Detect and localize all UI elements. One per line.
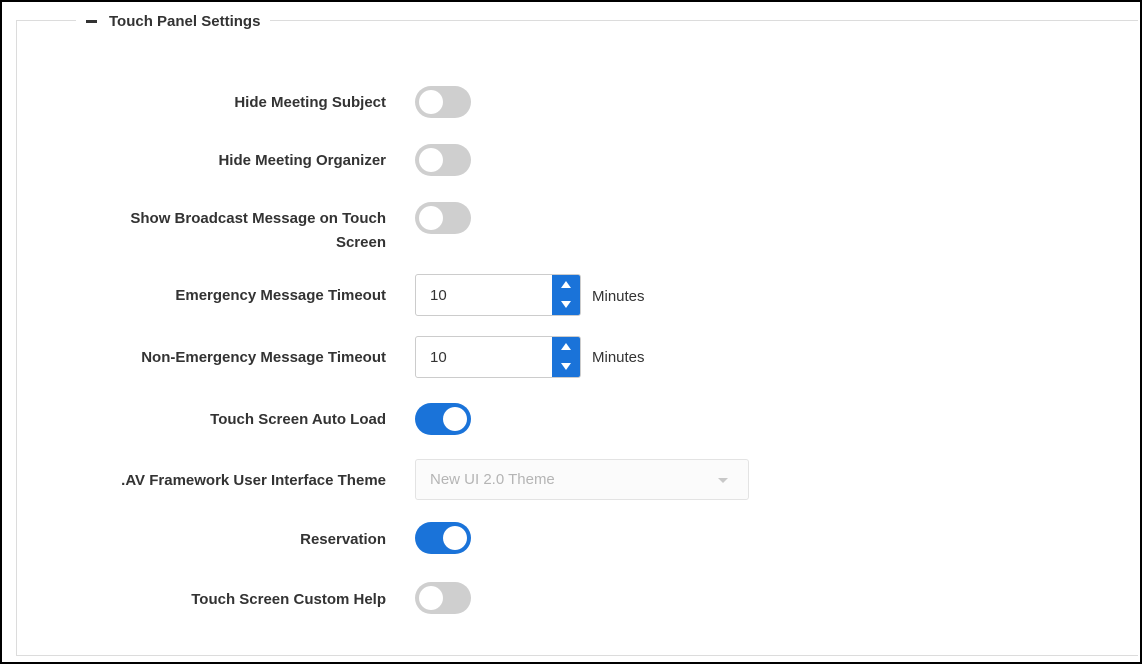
emergency-timeout-spin-buttons — [552, 275, 580, 315]
hide-meeting-subject-toggle[interactable] — [415, 86, 471, 118]
touch-screen-custom-help-label: Touch Screen Custom Help — [191, 591, 386, 608]
touch-screen-auto-load-toggle[interactable] — [415, 403, 471, 435]
hide-meeting-organizer-toggle[interactable] — [415, 144, 471, 176]
emergency-timeout-stepper — [415, 274, 581, 316]
toggle-knob — [443, 407, 467, 431]
hide-meeting-subject-label: Hide Meeting Subject — [234, 94, 386, 111]
ui-theme-label: .AV Framework User Interface Theme — [121, 472, 386, 489]
emergency-timeout-label: Emergency Message Timeout — [175, 287, 386, 304]
ui-theme-selected-value: New UI 2.0 Theme — [430, 471, 555, 488]
section-title: Touch Panel Settings — [109, 12, 261, 30]
non-emergency-timeout-label: Non-Emergency Message Timeout — [141, 349, 386, 366]
decrement-button[interactable] — [552, 295, 580, 315]
increment-button[interactable] — [552, 337, 580, 357]
non-emergency-timeout-input[interactable] — [416, 337, 552, 377]
show-broadcast-message-label-line1: Show Broadcast Message on Touch — [130, 210, 386, 227]
touch-screen-auto-load-label: Touch Screen Auto Load — [210, 411, 386, 428]
non-emergency-timeout-spin-buttons — [552, 337, 580, 377]
caret-down-icon — [561, 301, 571, 308]
toggle-knob — [419, 90, 443, 114]
caret-up-icon — [561, 343, 571, 350]
reservation-toggle[interactable] — [415, 522, 471, 554]
non-emergency-timeout-unit: Minutes — [592, 349, 645, 366]
reservation-label: Reservation — [300, 531, 386, 548]
decrement-button[interactable] — [552, 357, 580, 377]
non-emergency-timeout-stepper — [415, 336, 581, 378]
show-broadcast-message-label-line2: Screen — [335, 234, 386, 251]
show-broadcast-message-label: Show Broadcast Message on Touch Screen — [86, 209, 386, 253]
ui-theme-select[interactable]: New UI 2.0 Theme — [415, 459, 749, 500]
toggle-knob — [419, 148, 443, 172]
minus-icon[interactable] — [86, 19, 97, 23]
increment-button[interactable] — [552, 275, 580, 295]
show-broadcast-message-toggle[interactable] — [415, 202, 471, 234]
chevron-down-icon — [718, 478, 728, 483]
caret-up-icon — [561, 281, 571, 288]
section-header[interactable]: Touch Panel Settings — [76, 8, 271, 34]
emergency-timeout-unit: Minutes — [592, 288, 645, 305]
toggle-knob — [419, 586, 443, 610]
hide-meeting-organizer-label: Hide Meeting Organizer — [218, 152, 386, 169]
toggle-knob — [443, 526, 467, 550]
toggle-knob — [419, 206, 443, 230]
emergency-timeout-input[interactable] — [416, 275, 552, 315]
caret-down-icon — [561, 363, 571, 370]
touch-screen-custom-help-toggle[interactable] — [415, 582, 471, 614]
settings-panel: Touch Panel Settings Hide Meeting Subjec… — [0, 0, 1142, 664]
